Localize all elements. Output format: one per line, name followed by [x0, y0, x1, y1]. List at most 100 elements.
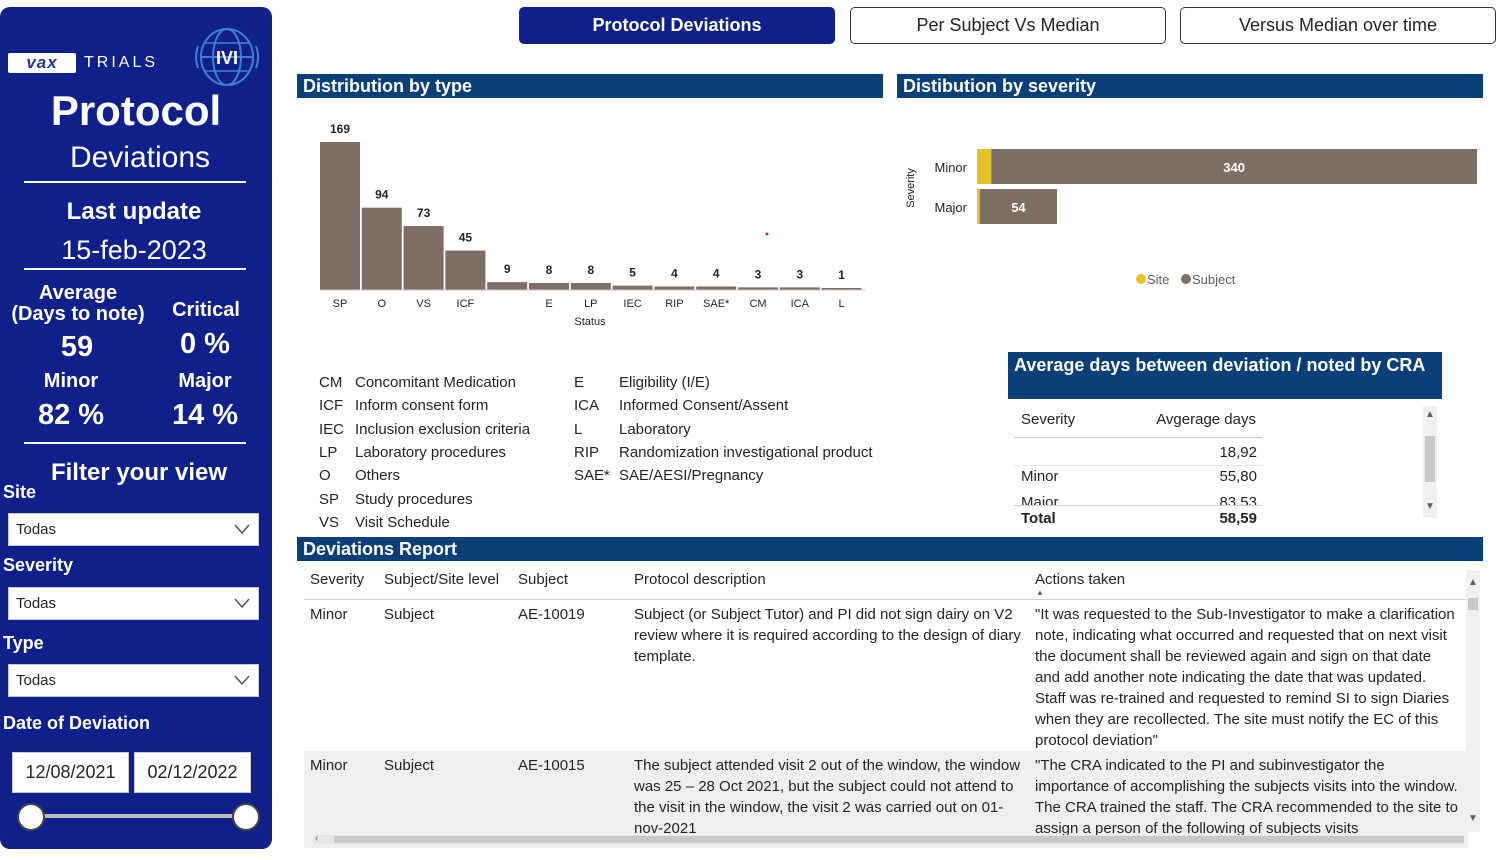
scrollbar-thumb[interactable]	[1425, 436, 1435, 482]
last-update-label: Last update	[66, 198, 202, 225]
type-x-axis-label: Status	[574, 316, 606, 328]
cell-actions: "It was requested to the Sub-Investigato…	[1035, 606, 1455, 749]
abbreviation-code: CM	[319, 374, 343, 391]
tab-per-subject-vs-median[interactable]: Per Subject Vs Median	[850, 7, 1166, 44]
severity-bar-chart-svg: Severity Minor 340 Major 54 Site Subject	[905, 149, 1477, 287]
avg-table-scrollbar[interactable]: ▲ ▼	[1423, 406, 1437, 518]
col-header-severity[interactable]: Severity	[310, 571, 364, 589]
type-bar[interactable]	[654, 286, 695, 290]
scroll-down-icon[interactable]: ▼	[1468, 814, 1478, 824]
ivi-logo-text: IVI	[216, 48, 238, 68]
abbreviation-text: Study procedures	[355, 490, 473, 508]
type-bar[interactable]	[320, 142, 360, 290]
type-bar[interactable]	[361, 207, 402, 290]
type-bar[interactable]	[612, 285, 653, 290]
vax-logo: vax	[8, 53, 76, 73]
date-slider-end-handle[interactable]	[232, 803, 260, 831]
type-dropdown-value: Todas	[16, 672, 57, 689]
divider	[1014, 437, 1262, 438]
type-bar[interactable]	[403, 226, 444, 290]
average-label: Average (Days to note)	[0, 283, 156, 325]
critical-value: 0 %	[180, 328, 230, 360]
type-tick-label: SP	[333, 298, 348, 310]
average-label-line2: (Days to note)	[11, 303, 145, 325]
last-update-value: 15-feb-2023	[61, 235, 207, 265]
tab-protocol-deviations[interactable]: Protocol Deviations	[519, 7, 835, 44]
site-dropdown[interactable]: Todas	[8, 513, 259, 546]
severity-dropdown[interactable]: Todas	[8, 587, 259, 620]
type-tick-label: IEC	[623, 298, 641, 310]
avg-row-clipped: Major 83,53	[1014, 492, 1262, 505]
report-header: Deviations Report	[297, 537, 1483, 561]
chevron-down-icon	[234, 524, 250, 535]
avg-total-value: 58,59	[1219, 510, 1257, 527]
page-title: Protocol	[50, 87, 222, 134]
type-bar-value-label: 8	[587, 263, 594, 277]
report-horizontal-scrollbar[interactable]	[314, 835, 1464, 844]
type-tick-label: LP	[584, 298, 597, 310]
date-range-slider-track[interactable]	[30, 814, 246, 818]
severity-chart-header: Distibution by severity	[897, 74, 1483, 98]
tab-versus-median-over-time[interactable]: Versus Median over time	[1180, 7, 1496, 44]
type-bar-value-label: 9	[504, 262, 511, 276]
chevron-down-icon	[234, 598, 250, 609]
col-header-level[interactable]: Subject/Site level	[384, 571, 499, 589]
type-bar[interactable]	[445, 250, 486, 290]
type-tick-label: L	[839, 298, 845, 310]
avg-row-days: 83,53	[1219, 494, 1257, 505]
abbreviation-text: Visit Schedule	[355, 513, 450, 531]
type-tick-label: ICF	[457, 298, 475, 310]
severity-site-bar[interactable]	[977, 149, 992, 184]
severity-site-bar[interactable]	[977, 189, 980, 224]
type-tick-label: O	[378, 298, 387, 310]
type-dropdown[interactable]: Todas	[8, 664, 259, 697]
col-header-description[interactable]: Protocol description	[634, 571, 766, 589]
report-vertical-scrollbar[interactable]: ▲ ▼	[1466, 570, 1480, 832]
avg-col-severity[interactable]: Severity	[1021, 411, 1075, 429]
marker-dot	[765, 232, 769, 236]
avg-days-table-header: Average days between deviation / noted b…	[1008, 352, 1442, 399]
minor-value: 82 %	[37, 399, 105, 431]
avg-row-severity: Major	[1021, 494, 1059, 505]
date-to-input[interactable]: 02/12/2022	[134, 752, 251, 793]
type-tick-label: E	[545, 298, 552, 310]
type-bar[interactable]	[570, 282, 611, 290]
severity-category-label: Minor	[934, 160, 967, 175]
scrollbar-thumb[interactable]	[334, 836, 1464, 843]
col-header-actions[interactable]: Actions taken	[1035, 571, 1125, 589]
type-bar[interactable]	[487, 282, 528, 290]
col-header-subject[interactable]: Subject	[518, 571, 568, 589]
scroll-up-icon[interactable]: ▲	[1425, 410, 1435, 420]
table-row[interactable]: Minor Subject AE-10015 The subject atten…	[304, 751, 1468, 848]
severity-bar-value-label: 54	[1011, 200, 1026, 215]
avg-total-label: Total	[1021, 510, 1056, 527]
avg-row-days: 18,92	[1219, 444, 1257, 461]
avg-col-days[interactable]: Avgerage days	[1130, 411, 1256, 429]
ivi-globe-logo: IVI	[195, 28, 259, 86]
scroll-left-icon[interactable]: ‹	[315, 834, 318, 844]
table-row[interactable]: Minor Subject AE-10019 Subject (or Subje…	[304, 600, 1468, 751]
type-bar-value-label: 8	[546, 263, 553, 277]
cell-level: Subject	[384, 757, 435, 774]
legend-label: Site	[1147, 272, 1169, 287]
major-label: Major	[178, 370, 232, 392]
major-value: 14 %	[171, 399, 239, 431]
type-tick-label: RIP	[665, 298, 683, 310]
type-tick-label: CM	[749, 298, 766, 310]
type-bar-value-label: 45	[459, 231, 473, 245]
type-bar-value-label: 4	[671, 266, 678, 280]
date-slider-start-handle[interactable]	[17, 803, 45, 831]
deviations-report-table: Severity Subject/Site level Subject Prot…	[304, 562, 1482, 848]
type-tick-label: VS	[416, 298, 431, 310]
scroll-down-icon[interactable]: ▼	[1425, 502, 1435, 512]
type-bar[interactable]	[696, 286, 737, 290]
type-bar[interactable]	[529, 282, 569, 290]
divider	[1014, 465, 1262, 466]
date-from-input[interactable]: 12/08/2021	[12, 752, 129, 793]
severity-bar-value-label: 340	[1223, 160, 1245, 175]
abbreviation-text: Others	[355, 467, 401, 485]
scrollbar-thumb[interactable]	[1468, 598, 1478, 610]
scroll-up-icon[interactable]: ▲	[1468, 578, 1478, 588]
sort-ascending-icon[interactable]: ▲	[1036, 588, 1044, 598]
site-filter-label: Site	[3, 482, 37, 502]
